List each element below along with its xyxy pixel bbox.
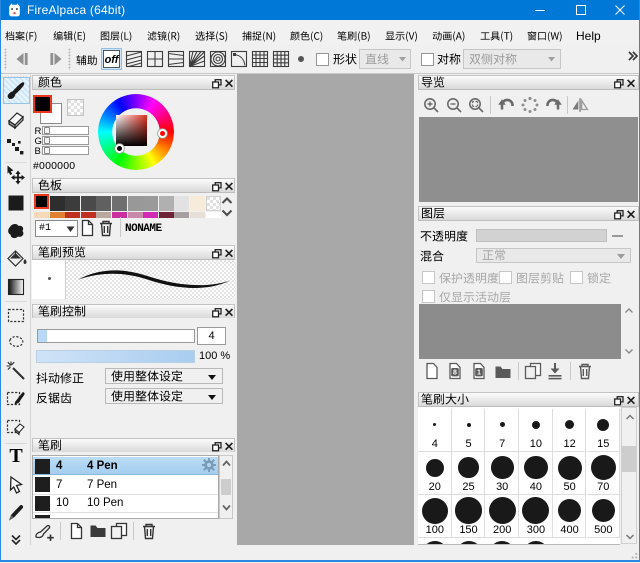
svg-text:8: 8 — [453, 370, 457, 377]
svg-text:1: 1 — [477, 370, 481, 377]
